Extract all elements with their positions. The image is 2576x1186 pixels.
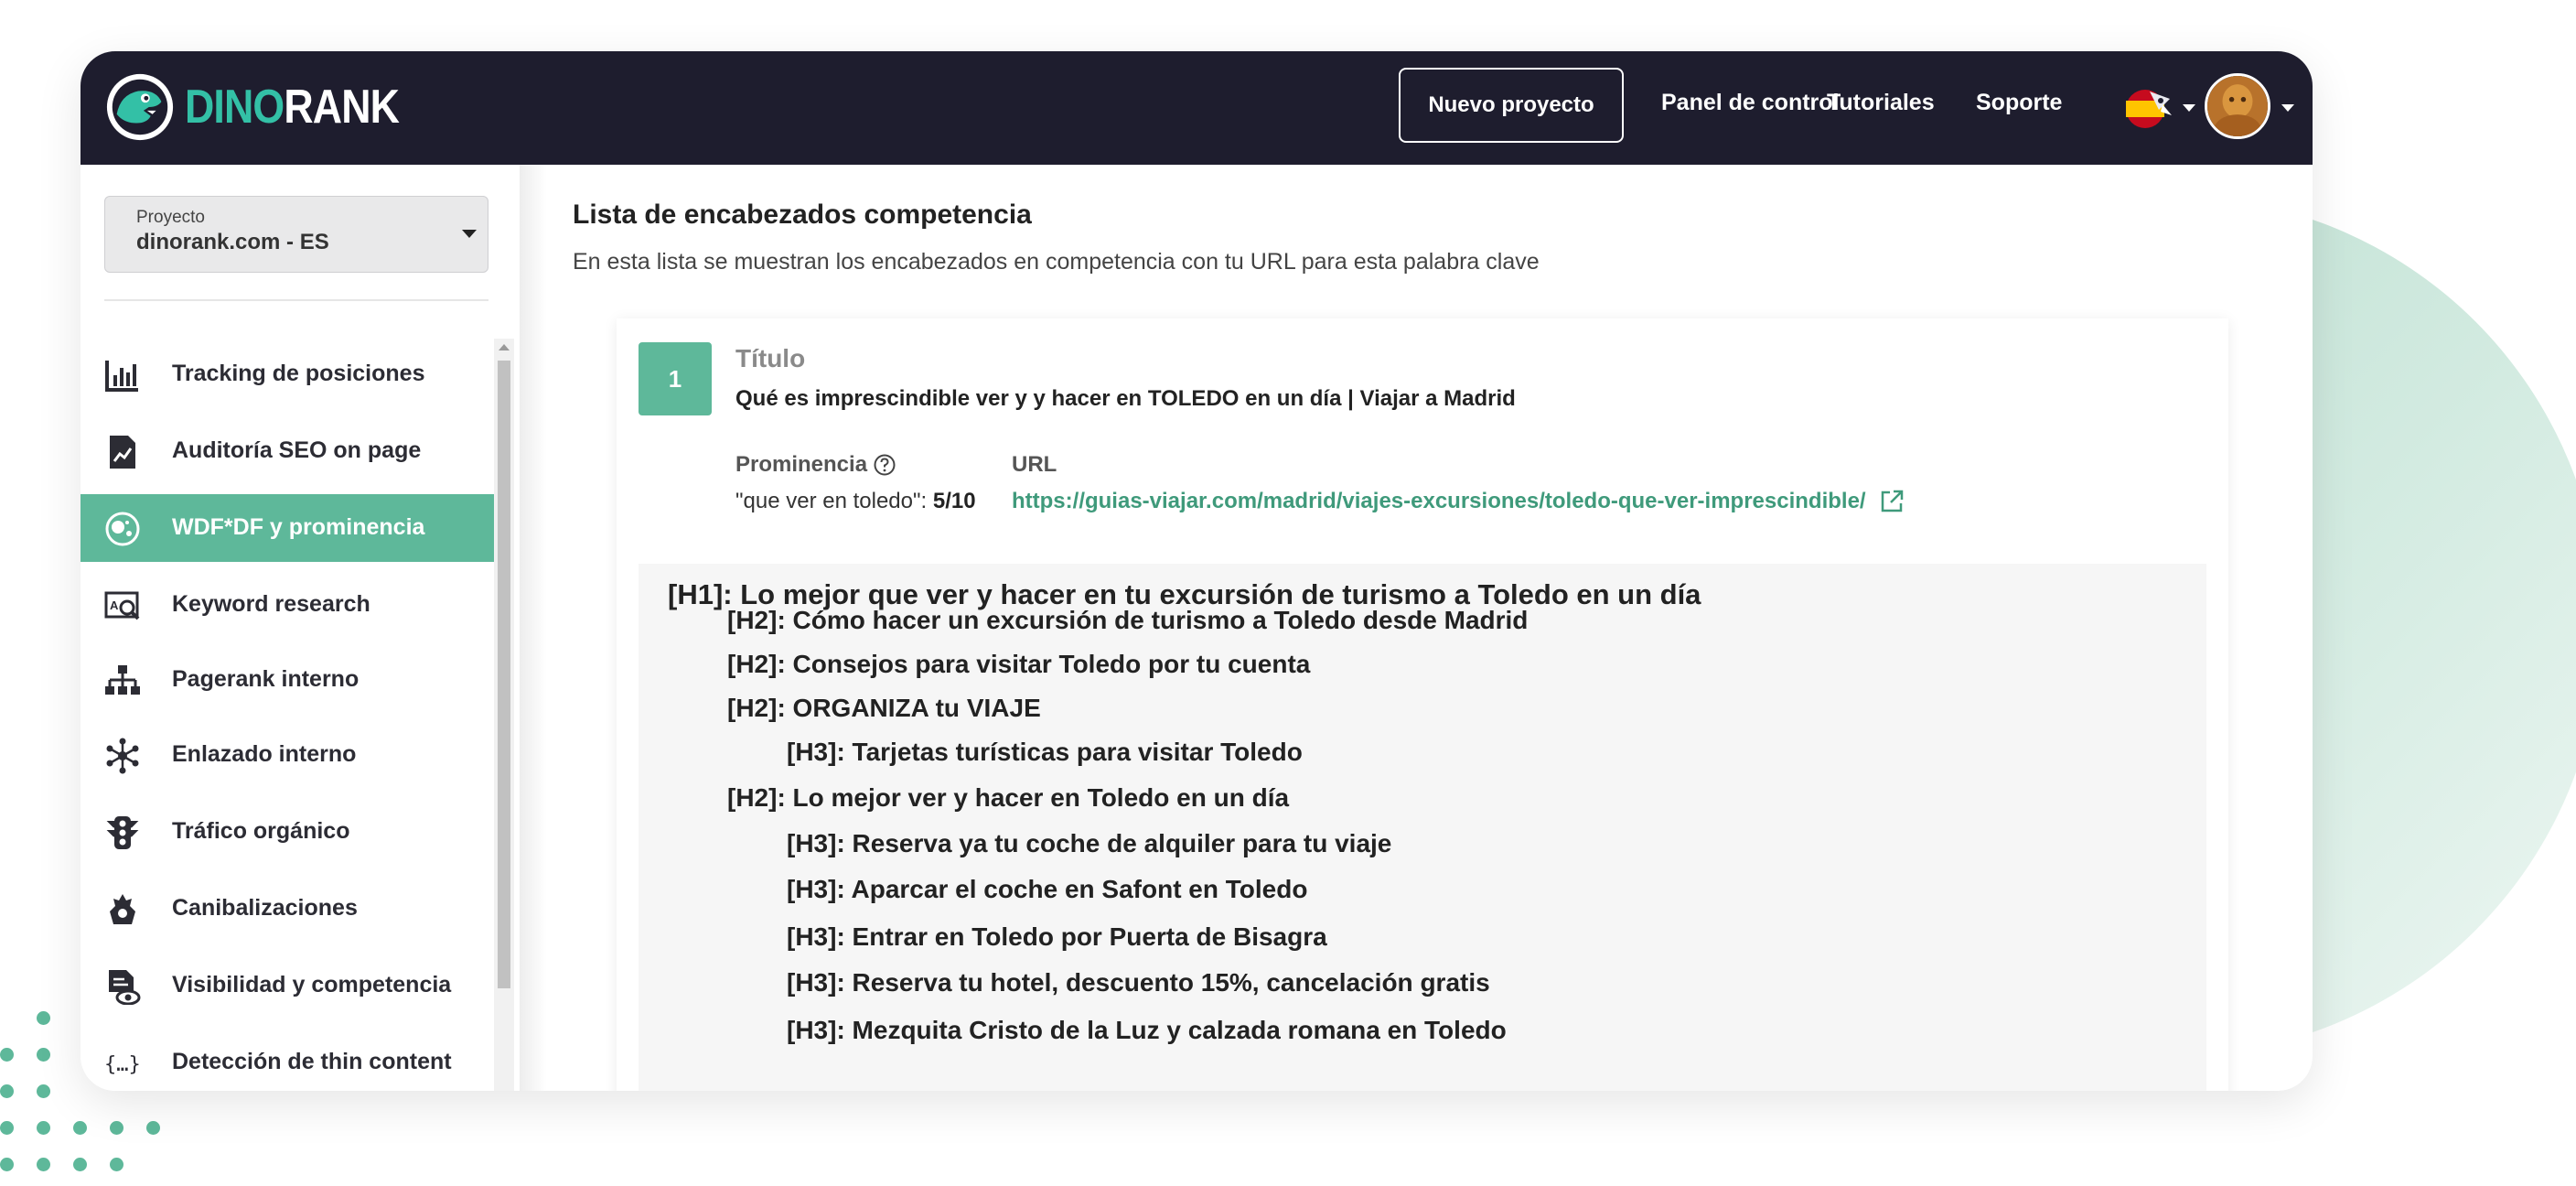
page-subtitle: En esta lista se muestran los encabezado… xyxy=(573,249,1540,275)
prominence-value: "que ver en toledo": 5/10 xyxy=(735,489,976,514)
heading-h3: [H3]: Mezquita Cristo de la Luz y calzad… xyxy=(787,1016,1507,1044)
title-label: Título xyxy=(735,344,806,372)
bubbles-icon xyxy=(105,512,140,546)
prominence-label: Prominencia xyxy=(735,452,868,477)
sidebar-item-label: Canibalizaciones xyxy=(172,895,358,921)
svg-text:A: A xyxy=(110,598,119,612)
heading-h2: [H2]: Cómo hacer un excursión de turismo… xyxy=(727,606,1529,634)
prominence-label-row: Prominencia xyxy=(735,452,896,478)
nav-tutorials-link[interactable]: Tutoriales xyxy=(1827,90,1935,116)
spain-flag-rocket-icon[interactable] xyxy=(2122,82,2175,135)
language-caret-icon[interactable] xyxy=(2183,104,2195,112)
competitor-card: 1 Título Qué es imprescindible ver y y h… xyxy=(617,318,2228,1091)
headings-list: [H1]: Lo mejor que ver y hacer en tu exc… xyxy=(639,564,2206,1091)
project-selector[interactable]: Proyecto dinorank.com - ES xyxy=(104,196,488,273)
help-circle-icon[interactable] xyxy=(873,453,896,477)
sidebar-item-label: Pagerank interno xyxy=(172,666,360,692)
external-link-icon[interactable] xyxy=(1879,489,1905,514)
new-project-button[interactable]: Nuevo proyecto xyxy=(1399,68,1624,143)
project-selector-label: Proyecto xyxy=(136,208,205,227)
competitor-url-link[interactable]: https://guias-viajar.com/madrid/viajes-e… xyxy=(1012,489,1905,514)
sidebar-shadow xyxy=(520,165,547,1091)
main-content: Lista de encabezados competencia En esta… xyxy=(573,165,2313,1091)
document-chart-icon xyxy=(110,436,135,469)
traffic-light-icon xyxy=(106,816,139,849)
heading-h2: [H2]: Consejos para visitar Toledo por t… xyxy=(727,650,1311,678)
sidebar-item-label: WDF*DF y prominencia xyxy=(172,514,425,540)
scrollbar-thumb[interactable] xyxy=(498,361,510,988)
brand-logo[interactable]: DINORANK xyxy=(104,68,434,146)
heading-h3: [H3]: Tarjetas turísticas para visitar T… xyxy=(787,738,1303,766)
user-menu-caret-icon[interactable] xyxy=(2281,104,2294,112)
sidebar-item-tracking[interactable]: Tracking de posiciones xyxy=(80,340,494,408)
avatar-image xyxy=(2207,76,2268,136)
sidebar-item-keyword-research[interactable]: A Keyword research xyxy=(80,571,494,639)
nav-dashboard-link[interactable]: Panel de control xyxy=(1661,90,1839,116)
sidebar-item-label: Auditoría SEO on page xyxy=(172,437,422,463)
brand-part-dino: DINO xyxy=(185,81,284,134)
braces-icon: {…} xyxy=(104,1053,141,1076)
sidebar-item-label: Enlazado interno xyxy=(172,741,357,767)
nav-support-link[interactable]: Soporte xyxy=(1976,90,2062,116)
network-icon xyxy=(106,738,139,774)
heading-h3: [H3]: Aparcar el coche en Safont en Tole… xyxy=(787,875,1308,903)
brand-part-rank: RANK xyxy=(284,81,400,134)
sidebar-item-seo-audit[interactable]: Auditoría SEO on page xyxy=(80,417,494,485)
sidebar-item-label: Detección de thin content xyxy=(172,1049,452,1074)
dino-icon xyxy=(110,894,135,924)
sidebar-item-visibility[interactable]: Visibilidad y competencia xyxy=(80,952,494,1019)
heading-h3: [H3]: Reserva tu hotel, descuento 15%, c… xyxy=(787,968,1490,997)
heading-h3: [H3]: Entrar en Toledo por Puerta de Bis… xyxy=(787,922,1327,951)
heading-h2: [H2]: Lo mejor ver y hacer en Toledo en … xyxy=(727,783,1290,812)
heading-h3: [H3]: Reserva ya tu coche de alquiler pa… xyxy=(787,829,1392,857)
page-title: Lista de encabezados competencia xyxy=(573,199,1032,230)
sidebar-divider xyxy=(104,299,488,301)
bar-chart-icon xyxy=(105,361,138,392)
sidebar-item-pagerank[interactable]: Pagerank interno xyxy=(80,646,494,714)
brand-wordmark: DINORANK xyxy=(185,81,400,134)
sidebar-item-label: Tracking de posiciones xyxy=(172,361,425,386)
keyword-search-icon: A xyxy=(104,591,140,620)
sidebar-item-organic-traffic[interactable]: Tráfico orgánico xyxy=(80,798,494,866)
sidebar-item-internal-links[interactable]: Enlazado interno xyxy=(80,721,494,789)
url-label: URL xyxy=(1012,452,1057,477)
sidebar: Proyecto dinorank.com - ES Tracking de p… xyxy=(80,165,520,1091)
document-eye-icon xyxy=(109,970,141,1005)
prominence-keyword: "que ver en toledo": xyxy=(735,489,933,513)
app-window: DINORANK Nuevo proyecto Panel de control… xyxy=(80,51,2313,1091)
sidebar-scrollbar[interactable] xyxy=(494,339,514,1091)
rank-badge: 1 xyxy=(639,342,712,415)
svg-text:{…}: {…} xyxy=(104,1053,141,1076)
user-avatar[interactable] xyxy=(2205,73,2270,139)
sidebar-item-label: Keyword research xyxy=(172,591,370,617)
chevron-down-icon xyxy=(462,230,477,238)
prominence-score: 5/10 xyxy=(932,489,976,513)
dino-logo-icon xyxy=(106,73,174,141)
sidebar-item-wdf-df[interactable]: WDF*DF y prominencia xyxy=(80,494,494,562)
heading-h2: [H2]: ORGANIZA tu VIAJE xyxy=(727,694,1041,722)
sidebar-item-thin-content[interactable]: {…} Detección de thin content xyxy=(80,1029,494,1091)
sitemap-icon xyxy=(105,665,140,695)
sidebar-item-label: Visibilidad y competencia xyxy=(172,972,452,997)
sidebar-item-label: Tráfico orgánico xyxy=(172,818,350,844)
project-selector-value: dinorank.com - ES xyxy=(136,230,329,254)
scroll-up-arrow-icon[interactable] xyxy=(499,344,510,350)
sidebar-item-cannibalization[interactable]: Canibalizaciones xyxy=(80,875,494,943)
title-value: Qué es imprescindible ver y y hacer en T… xyxy=(735,386,1516,411)
top-navbar: DINORANK Nuevo proyecto Panel de control… xyxy=(80,51,2313,165)
competitor-url-text: https://guias-viajar.com/madrid/viajes-e… xyxy=(1012,489,1866,513)
